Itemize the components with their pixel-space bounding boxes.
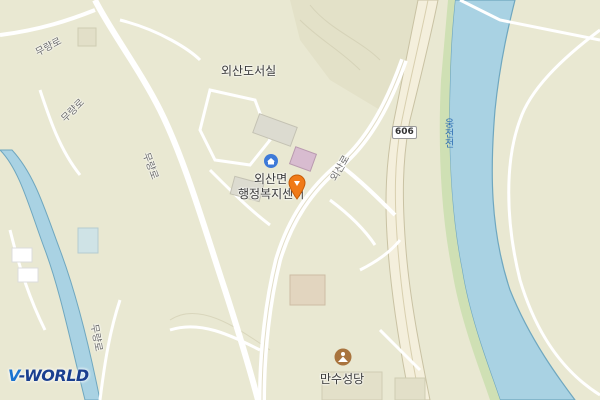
map-view[interactable]: 외산도서실 외산면 행정복지센터 만수성당 무량로 무량로 무량로 무량로 외산…	[0, 0, 600, 400]
logo-suffix: -WORLD	[18, 366, 89, 385]
library-label[interactable]: 외산도서실	[221, 62, 276, 79]
vworld-logo: V-WORLD	[8, 366, 89, 385]
church-icon	[334, 348, 352, 366]
river-label: 웅천천	[442, 118, 453, 148]
route-shield-606: 606	[392, 126, 417, 139]
house-icon	[264, 153, 278, 168]
logo-prefix: V	[8, 366, 19, 385]
church-label[interactable]: 만수성당	[320, 370, 364, 387]
location-marker-icon[interactable]	[288, 174, 306, 200]
